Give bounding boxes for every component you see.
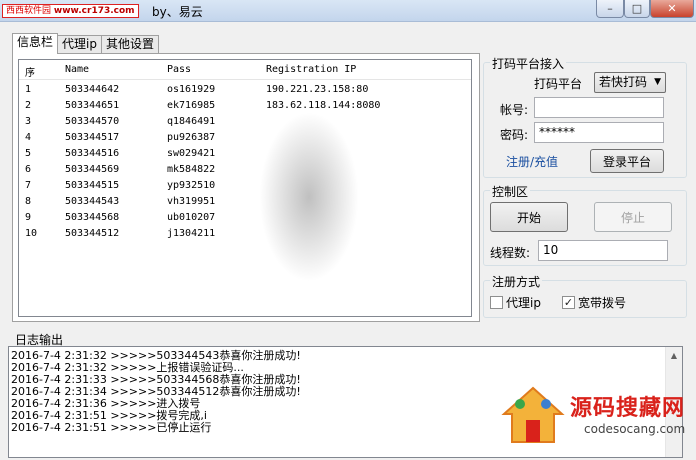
window-client: 信息栏 代理ip 其他设置 序 Name Pass Registration I… bbox=[0, 22, 696, 460]
watermark-title: 源码搜藏网 bbox=[570, 396, 686, 421]
maximize-icon: □ bbox=[631, 2, 643, 15]
table-row[interactable]: 6 503344569 mk584822 bbox=[19, 162, 471, 178]
platform-select-value: 若快打码 bbox=[599, 75, 648, 89]
table-row[interactable]: 10 503344512 j1304211 bbox=[19, 226, 471, 242]
column-header-pass[interactable]: Pass bbox=[167, 64, 191, 75]
site-badge: 西西软件园 www.cr173.com bbox=[2, 4, 139, 18]
maximize-button[interactable]: □ bbox=[624, 0, 650, 18]
cell-pass: ek716985 bbox=[167, 100, 216, 111]
cell-pass: sw029421 bbox=[167, 148, 216, 159]
tab-info[interactable]: 信息栏 bbox=[12, 33, 59, 54]
close-button[interactable]: ✕ bbox=[650, 0, 694, 18]
column-header-registration-ip[interactable]: Registration IP bbox=[266, 64, 356, 75]
minimize-icon: – bbox=[607, 2, 613, 15]
cell-index: 9 bbox=[25, 212, 32, 223]
scroll-up-icon[interactable]: ▲ bbox=[666, 347, 682, 364]
platform-group-title: 打码平台接入 bbox=[490, 55, 567, 72]
cell-pass: j1304211 bbox=[167, 228, 216, 239]
cell-index: 5 bbox=[25, 148, 32, 159]
cell-pass: ub010207 bbox=[167, 212, 216, 223]
cell-pass: vh319951 bbox=[167, 196, 216, 207]
list-header: 序 Name Pass Registration IP bbox=[19, 60, 471, 80]
table-row[interactable]: 7 503344515 yp932510 bbox=[19, 178, 471, 194]
cell-index: 1 bbox=[25, 84, 32, 95]
cell-pass: q1846491 bbox=[167, 116, 216, 127]
platform-group: 打码平台接入 打码平台 若快打码 ▼ 帐号: 密码: ****** 注册/充值 … bbox=[483, 55, 687, 178]
password-field[interactable]: ****** bbox=[534, 122, 664, 143]
cell-name: 503344570 bbox=[65, 116, 120, 127]
checkmark-icon: ✓ bbox=[562, 296, 575, 309]
cell-ip: 183.62.118.144:8080 bbox=[266, 100, 381, 111]
cell-name: 503344517 bbox=[65, 132, 120, 143]
watermark-subtitle: codesocang.com bbox=[584, 422, 686, 436]
broadband-dialup-label: 宽带拨号 bbox=[578, 296, 627, 310]
account-field[interactable] bbox=[534, 97, 664, 118]
tab-other-settings[interactable]: 其他设置 bbox=[100, 35, 159, 54]
start-button[interactable]: 开始 bbox=[490, 202, 568, 232]
cell-index: 4 bbox=[25, 132, 32, 143]
cell-name: 503344515 bbox=[65, 180, 120, 191]
column-header-index[interactable]: 序 bbox=[25, 64, 35, 79]
password-label: 密码: bbox=[500, 128, 529, 142]
window-title: by、易云 bbox=[152, 5, 203, 19]
minimize-button[interactable]: – bbox=[596, 0, 624, 18]
login-platform-button[interactable]: 登录平台 bbox=[590, 149, 664, 173]
tab-strip: 信息栏 代理ip 其他设置 bbox=[12, 33, 159, 54]
control-group: 控制区 开始 停止 线程数: 10 bbox=[483, 183, 687, 266]
cell-name: 503344516 bbox=[65, 148, 120, 159]
cell-name: 503344642 bbox=[65, 84, 120, 95]
table-row[interactable]: 3 503344570 q1846491 bbox=[19, 114, 471, 130]
checkbox-box bbox=[490, 296, 503, 309]
table-row[interactable]: 1 503344642 os161929 190.221.23.158:80 bbox=[19, 82, 471, 98]
column-header-name[interactable]: Name bbox=[65, 64, 89, 75]
cell-pass: mk584822 bbox=[167, 164, 216, 175]
table-row[interactable]: 8 503344543 vh319951 bbox=[19, 194, 471, 210]
cell-pass: os161929 bbox=[167, 84, 216, 95]
cell-pass: yp932510 bbox=[167, 180, 216, 191]
tab-panel-info: 序 Name Pass Registration IP 1 503344642 … bbox=[12, 53, 480, 322]
tab-proxy-ip[interactable]: 代理ip bbox=[57, 35, 102, 54]
register-mode-group-title: 注册方式 bbox=[490, 273, 543, 290]
cell-ip: 190.221.23.158:80 bbox=[266, 84, 369, 95]
threads-label: 线程数: bbox=[490, 246, 531, 260]
proxy-ip-label: 代理ip bbox=[506, 296, 541, 310]
cell-index: 10 bbox=[25, 228, 38, 239]
cell-index: 7 bbox=[25, 180, 32, 191]
account-label: 帐号: bbox=[500, 103, 529, 117]
cell-pass: pu926387 bbox=[167, 132, 216, 143]
proxy-ip-checkbox[interactable]: 代理ip bbox=[490, 294, 541, 311]
platform-select[interactable]: 若快打码 ▼ bbox=[594, 72, 666, 93]
platform-label: 打码平台 bbox=[534, 77, 583, 91]
table-row[interactable]: 5 503344516 sw029421 bbox=[19, 146, 471, 162]
cell-name: 503344651 bbox=[65, 100, 120, 111]
redacted-blur bbox=[259, 112, 359, 282]
cell-index: 8 bbox=[25, 196, 32, 207]
close-icon: ✕ bbox=[667, 2, 677, 15]
stop-button[interactable]: 停止 bbox=[594, 202, 672, 232]
broadband-dialup-checkbox[interactable]: ✓ 宽带拨号 bbox=[562, 294, 626, 311]
control-group-title: 控制区 bbox=[490, 183, 531, 200]
table-row[interactable]: 2 503344651 ek716985 183.62.118.144:8080 bbox=[19, 98, 471, 114]
cell-name: 503344512 bbox=[65, 228, 120, 239]
chevron-down-icon: ▼ bbox=[654, 77, 661, 87]
table-row[interactable]: 4 503344517 pu926387 bbox=[19, 130, 471, 146]
register-recharge-link[interactable]: 注册/充值 bbox=[506, 153, 558, 170]
site-badge-url: www.cr173.com bbox=[53, 6, 135, 16]
cell-name: 503344543 bbox=[65, 196, 120, 207]
cell-index: 6 bbox=[25, 164, 32, 175]
account-list[interactable]: 序 Name Pass Registration IP 1 503344642 … bbox=[18, 59, 472, 317]
log-line: 2016-7-4 2:31:51 >>>>>已停止运行 bbox=[11, 421, 212, 434]
title-bar: 西西软件园 www.cr173.com by、易云 – □ ✕ bbox=[0, 0, 696, 22]
house-logo-icon bbox=[501, 386, 565, 443]
threads-field[interactable]: 10 bbox=[538, 240, 668, 261]
watermark: 源码搜藏网 codesocang.com bbox=[500, 384, 692, 456]
cell-index: 3 bbox=[25, 116, 32, 127]
cell-name: 503344569 bbox=[65, 164, 120, 175]
cell-index: 2 bbox=[25, 100, 32, 111]
cell-name: 503344568 bbox=[65, 212, 120, 223]
register-mode-group: 注册方式 代理ip ✓ 宽带拨号 bbox=[483, 273, 687, 318]
table-row[interactable]: 9 503344568 ub010207 bbox=[19, 210, 471, 226]
site-badge-text: 西西软件园 bbox=[6, 6, 52, 16]
